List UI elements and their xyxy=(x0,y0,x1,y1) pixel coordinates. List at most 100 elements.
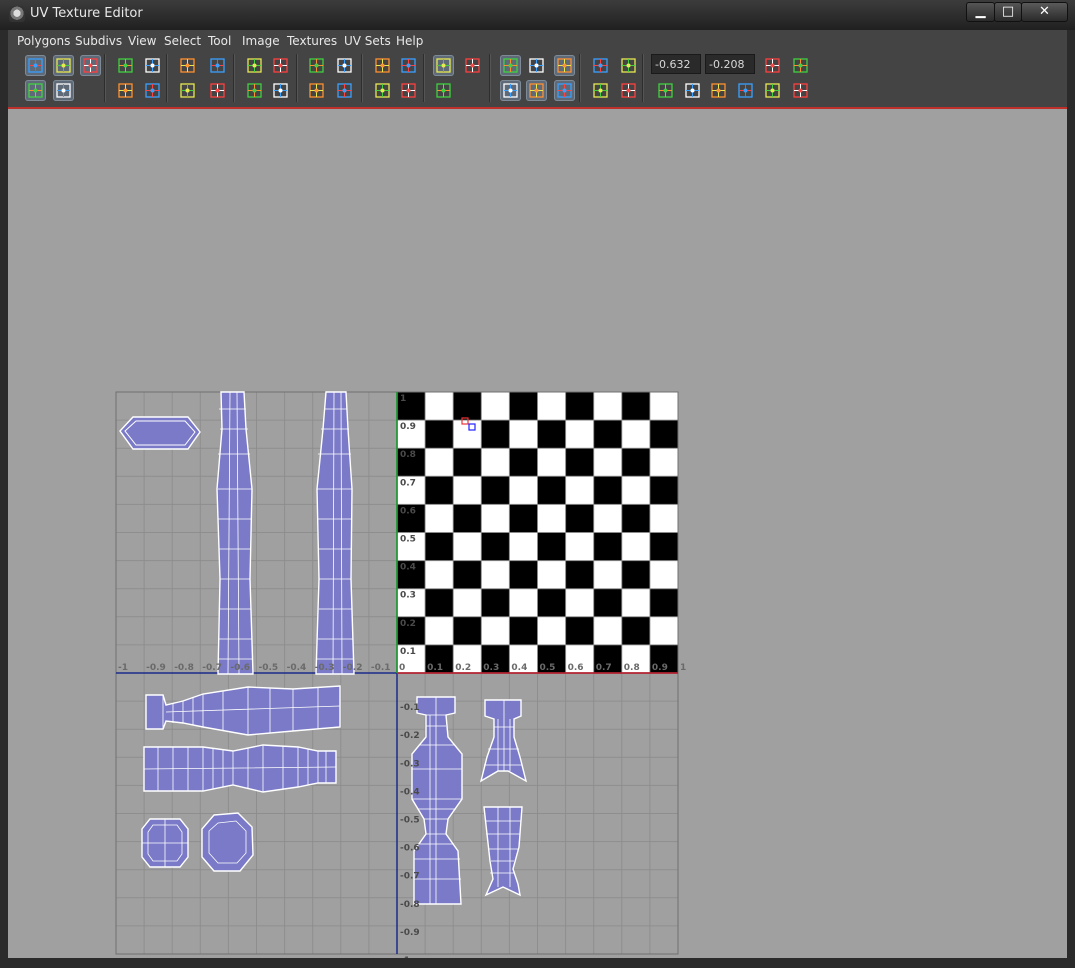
move-left-icon[interactable] xyxy=(306,55,327,76)
snap-magnet-icon[interactable] xyxy=(526,55,547,76)
uv-shell-highlight-icon[interactable] xyxy=(554,55,575,76)
maximize-button[interactable]: □ xyxy=(994,2,1022,22)
uv-shell-horizontal-2[interactable] xyxy=(143,744,337,793)
menu-image[interactable]: Image xyxy=(242,34,280,48)
image-range-icon[interactable] xyxy=(433,80,454,101)
menu-textures[interactable]: Textures xyxy=(287,34,337,48)
checker-dim-icon[interactable] xyxy=(462,55,483,76)
checker-cell xyxy=(621,616,651,646)
layout-uvs-icon[interactable] xyxy=(372,55,393,76)
v-tick-label: 0.4 xyxy=(400,563,416,573)
u-tick-label: 0.4 xyxy=(511,663,527,673)
move-up-icon[interactable] xyxy=(334,80,355,101)
pin-uv-icon[interactable] xyxy=(207,80,228,101)
paste-uvs-icon[interactable] xyxy=(682,80,703,101)
checker-cell xyxy=(565,476,594,505)
map-uv-border-icon[interactable] xyxy=(398,80,419,101)
alpha-channel-icon[interactable] xyxy=(554,80,575,101)
psd-icon[interactable] xyxy=(618,55,639,76)
uv-shell-tall-2[interactable] xyxy=(315,391,355,675)
checker-cell xyxy=(621,532,651,561)
enter-uv-value-icon[interactable] xyxy=(762,55,783,76)
v-tick-label: -0.6 xyxy=(400,844,420,854)
uv-shell-tall-1[interactable] xyxy=(216,391,254,675)
select-shortest-edge-icon[interactable] xyxy=(80,55,101,76)
uv-shell-cap-1[interactable] xyxy=(141,818,189,868)
v-tick-label: 0.5 xyxy=(400,535,416,545)
checker-cell xyxy=(453,448,482,477)
move-right-icon[interactable] xyxy=(334,55,355,76)
relax-uvs-icon[interactable] xyxy=(244,80,265,101)
cut-uv-edges-icon[interactable] xyxy=(177,55,198,76)
update-psd-icon[interactable] xyxy=(590,55,611,76)
flip-uvs-u-icon[interactable] xyxy=(115,55,136,76)
align-uvs-min-icon[interactable] xyxy=(244,55,265,76)
checker-cell xyxy=(425,476,454,505)
toolbar-separator xyxy=(642,54,644,102)
smudge-uv-icon[interactable] xyxy=(25,80,46,101)
checker-cell xyxy=(621,504,651,533)
display-image-icon[interactable] xyxy=(433,55,454,76)
checker-tile-icon[interactable] xyxy=(618,80,639,101)
shaded-uv-icon[interactable] xyxy=(500,80,521,101)
move-down-icon[interactable] xyxy=(306,80,327,101)
pixel-snap-icon[interactable] xyxy=(590,80,611,101)
uv-shell-vertical-right-2[interactable] xyxy=(479,699,528,783)
snapshot-icon[interactable] xyxy=(270,80,291,101)
u-value-field[interactable]: -0.632 xyxy=(651,54,701,74)
grid-uvs-icon[interactable] xyxy=(270,55,291,76)
menu-subdivs[interactable]: Subdivs xyxy=(75,34,122,48)
checker-cell xyxy=(453,560,482,589)
uv-shell-cap-2[interactable] xyxy=(201,812,254,872)
u-tick-label: -0.5 xyxy=(259,663,279,673)
minimize-button[interactable]: ▁ xyxy=(966,2,995,22)
move-uv-shell-icon[interactable] xyxy=(53,55,74,76)
menu-uv-sets[interactable]: UV Sets xyxy=(344,34,391,48)
tweak-uv-icon[interactable] xyxy=(53,80,74,101)
checker-cell xyxy=(481,504,510,533)
checker-cell xyxy=(537,420,566,449)
flip-uvs-v-icon[interactable] xyxy=(142,55,163,76)
uv-shell-pill[interactable] xyxy=(119,416,201,450)
paste-v-icon[interactable] xyxy=(735,80,756,101)
u-tick-label: 0.1 xyxy=(427,663,443,673)
copy-uvs-icon[interactable] xyxy=(655,80,676,101)
checker-cell xyxy=(649,420,679,449)
normalize-uvs-icon[interactable] xyxy=(398,55,419,76)
unfold-icon[interactable] xyxy=(207,55,228,76)
close-button[interactable]: ✕ xyxy=(1021,2,1068,22)
rotate-ccw-icon[interactable] xyxy=(115,80,136,101)
menu-view[interactable]: View xyxy=(128,34,156,48)
reset-uv-icon[interactable] xyxy=(790,55,811,76)
checker-cell xyxy=(593,616,623,646)
cycle-uvs-icon[interactable] xyxy=(762,80,783,101)
v-tick-label: -1 xyxy=(400,956,410,958)
v-tick-label: -0.7 xyxy=(400,872,420,882)
title-bar[interactable]: UV Texture Editor ▁ □ ✕ xyxy=(0,0,1075,30)
uv-canvas[interactable]: -1 -0.9 -0.8 -0.7 -0.6 -0.5 -0.4 -0.3 -0.2 -0.1 0 0… xyxy=(8,109,1067,958)
straighten-uv-icon[interactable] xyxy=(177,80,198,101)
checker-cell xyxy=(425,588,454,618)
toolbar-separator xyxy=(104,54,106,102)
uv-shell-horizontal-1[interactable] xyxy=(145,685,341,736)
menu-tool[interactable]: Tool xyxy=(208,34,231,48)
toggle-grid-icon[interactable] xyxy=(500,55,521,76)
menu-polygons[interactable]: Polygons xyxy=(17,34,70,48)
rotate-cw-icon[interactable] xyxy=(142,80,163,101)
menu-help[interactable]: Help xyxy=(396,34,423,48)
align-uvs-max-icon[interactable] xyxy=(372,80,393,101)
uv-lattice-icon[interactable] xyxy=(25,55,46,76)
menu-select[interactable]: Select xyxy=(164,34,201,48)
uv-shell-vertical-right-3[interactable] xyxy=(483,806,523,897)
paste-u-icon[interactable] xyxy=(708,80,729,101)
u-tick-label: 0.7 xyxy=(596,663,612,673)
v-value-field[interactable]: -0.208 xyxy=(705,54,755,74)
v-tick-label: -0.5 xyxy=(400,816,420,826)
uv-viewport[interactable]: -1 -0.9 -0.8 -0.7 -0.6 -0.5 -0.4 -0.3 -0.2 -0.1 0 0… xyxy=(8,109,1067,958)
checker-cell xyxy=(565,392,594,421)
uv-tags-icon[interactable] xyxy=(790,80,811,101)
checker-cell xyxy=(481,560,510,589)
checker-cell xyxy=(649,448,679,477)
rgb-channels-icon[interactable] xyxy=(526,80,547,101)
checker-cell xyxy=(481,616,510,646)
